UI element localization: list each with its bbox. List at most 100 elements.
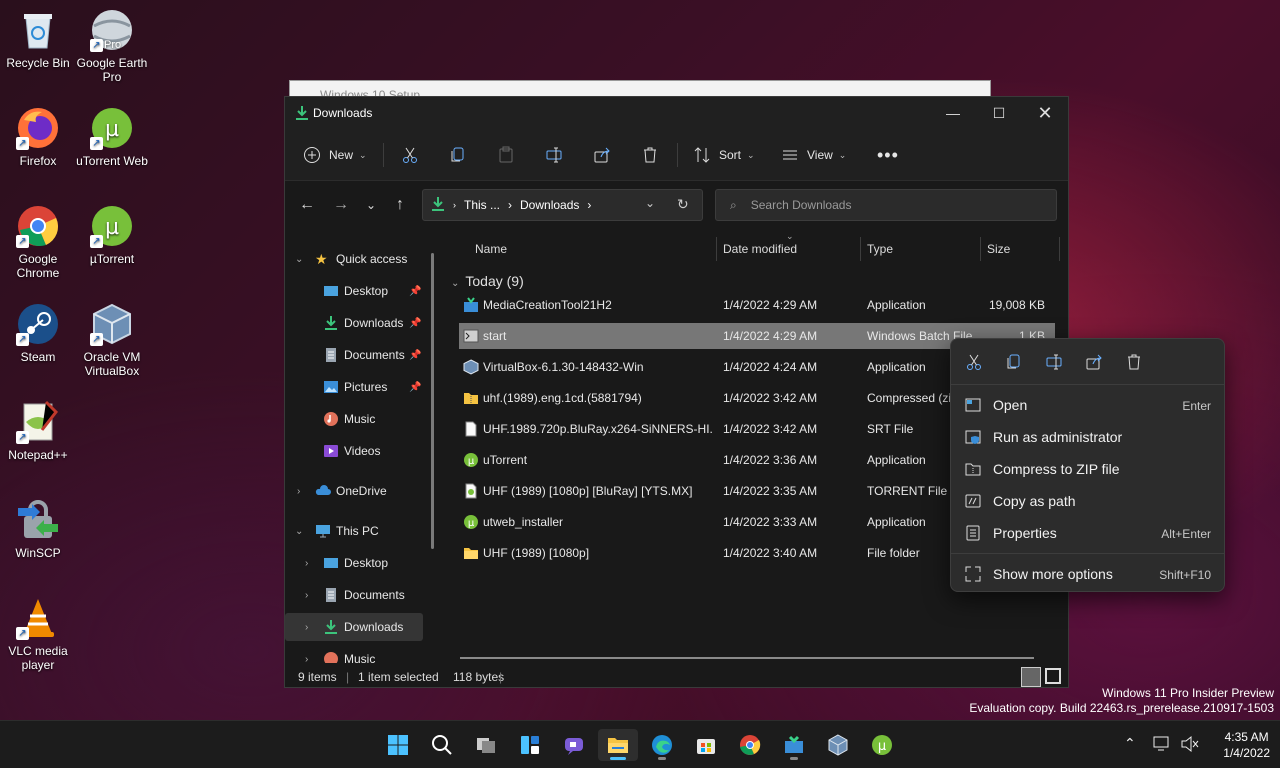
share-icon[interactable] xyxy=(1085,353,1103,371)
delete-button[interactable] xyxy=(641,141,659,169)
nav-label: Music xyxy=(344,412,376,426)
edge-icon xyxy=(652,735,672,755)
system-clock[interactable]: 4:35 AM 1/4/2022 xyxy=(1223,729,1270,761)
breadcrumb-downloads[interactable]: Downloads xyxy=(520,198,579,212)
column-divider[interactable] xyxy=(716,237,717,261)
column-header-date[interactable]: Date modified xyxy=(723,229,797,269)
taskbar-edge[interactable] xyxy=(642,729,682,761)
desktop-icon-chrome[interactable]: ↗ Google Chrome xyxy=(0,204,76,280)
back-button[interactable]: ← xyxy=(297,195,317,215)
nav-scrollbar[interactable] xyxy=(431,253,434,549)
nav-pc-music[interactable]: › Music xyxy=(285,645,423,663)
search-icon xyxy=(432,735,452,755)
column-header-size[interactable]: Size xyxy=(987,229,1010,269)
breadcrumb-chevron-icon: › xyxy=(453,200,456,210)
taskbar-chrome[interactable] xyxy=(730,729,770,761)
close-button[interactable]: ✕ xyxy=(1022,97,1068,129)
show-hidden-icons-button[interactable]: ⌃ xyxy=(1124,735,1136,768)
more-options-button[interactable]: ••• xyxy=(877,141,899,169)
column-divider[interactable] xyxy=(860,237,861,261)
network-icon[interactable] xyxy=(1152,735,1172,768)
desktop-icon-google-earth[interactable]: ↗ Pro Google Earth Pro xyxy=(74,8,150,84)
start-button[interactable] xyxy=(378,729,418,761)
refresh-icon[interactable]: ↻ xyxy=(677,196,689,213)
utorrent-icon: µ ↗ xyxy=(90,204,134,248)
nav-quick-access[interactable]: ⌄ ★ Quick access xyxy=(285,245,423,273)
nav-downloads[interactable]: Downloads 📌 xyxy=(285,309,423,337)
taskbar-file-explorer[interactable] xyxy=(598,729,638,761)
nav-pc-desktop[interactable]: › Desktop xyxy=(285,549,423,577)
desktop-icon-utorrent[interactable]: µ ↗ µTorrent xyxy=(74,204,150,266)
nav-this-pc[interactable]: ⌄ This PC xyxy=(285,517,423,545)
copy-icon[interactable] xyxy=(1005,353,1023,371)
nav-music[interactable]: Music xyxy=(285,405,423,433)
taskbar-virtualbox[interactable] xyxy=(818,729,858,761)
desktop-icon-recycle-bin[interactable]: Recycle Bin xyxy=(0,8,76,70)
breadcrumb-this-pc[interactable]: This ... xyxy=(464,198,500,212)
taskbar-search-button[interactable] xyxy=(422,729,462,761)
desktop-icon-steam[interactable]: ↗ Steam xyxy=(0,302,76,364)
new-button[interactable]: New ⌄ xyxy=(303,141,367,169)
sort-button[interactable]: Sort ⌄ xyxy=(693,141,755,169)
group-label: Today (9) xyxy=(465,273,524,289)
column-divider[interactable] xyxy=(1059,237,1060,261)
desktop-icon-vlc[interactable]: ↗ VLC media player xyxy=(0,596,76,672)
up-button[interactable]: ↑ xyxy=(390,195,410,215)
taskbar-setup[interactable] xyxy=(774,729,814,761)
task-view-button[interactable] xyxy=(466,729,506,761)
nav-videos[interactable]: Videos xyxy=(285,437,423,465)
scissors-icon[interactable] xyxy=(965,353,983,371)
shortcut-arrow-icon: ↗ xyxy=(16,137,29,150)
desktop-icon-virtualbox[interactable]: ↗ Oracle VM VirtualBox xyxy=(74,302,150,378)
address-dropdown-icon[interactable]: ⌄ xyxy=(645,196,655,210)
taskbar-store[interactable] xyxy=(686,729,726,761)
copy-button[interactable] xyxy=(449,141,467,169)
desktop-icon-firefox[interactable]: ↗ Firefox xyxy=(0,106,76,168)
horizontal-scrollbar[interactable] xyxy=(460,657,1034,659)
rename-icon[interactable] xyxy=(1045,353,1063,371)
nav-pictures[interactable]: Pictures 📌 xyxy=(285,373,423,401)
chat-button[interactable] xyxy=(554,729,594,761)
title-bar[interactable]: Downloads — ☐ ✕ xyxy=(285,97,1068,129)
store-icon xyxy=(697,739,715,754)
menu-item-compress-zip[interactable]: Compress to ZIP file xyxy=(955,453,1221,485)
column-header-type[interactable]: Type xyxy=(867,229,893,269)
desktop-icon-utorrent-web[interactable]: µ ↗ uTorrent Web xyxy=(74,106,150,168)
taskbar-utorrent[interactable]: µ xyxy=(862,729,902,761)
desktop-icon-winscp[interactable]: WinSCP xyxy=(0,498,76,560)
recent-locations-button[interactable]: ⌄ xyxy=(361,195,381,215)
nav-onedrive[interactable]: › OneDrive xyxy=(285,477,423,505)
widgets-button[interactable] xyxy=(510,729,550,761)
column-header-name[interactable]: Name xyxy=(475,229,507,269)
column-divider[interactable] xyxy=(980,237,981,261)
view-button[interactable]: View ⌄ xyxy=(781,141,846,169)
file-row[interactable]: MediaCreationTool21H2 1/4/2022 4:29 AM App… xyxy=(459,292,1055,318)
active-indicator xyxy=(610,757,626,760)
menu-item-show-more-options[interactable]: Show more options Shift+F10 xyxy=(955,558,1221,590)
volume-muted-icon[interactable] xyxy=(1180,735,1200,768)
large-icons-view-button[interactable] xyxy=(1045,668,1061,684)
utorrent-icon: µ xyxy=(872,735,892,755)
nav-desktop[interactable]: Desktop 📌 xyxy=(285,277,423,305)
menu-item-run-as-admin[interactable]: Run as administrator xyxy=(955,421,1221,453)
details-view-button[interactable] xyxy=(1021,667,1041,687)
cut-button[interactable] xyxy=(401,141,419,169)
nav-pc-downloads[interactable]: › Downloads xyxy=(285,613,423,641)
nav-pc-documents[interactable]: › Documents xyxy=(285,581,423,609)
maximize-button[interactable]: ☐ xyxy=(976,97,1022,129)
trash-icon[interactable] xyxy=(1125,353,1143,371)
rename-button[interactable] xyxy=(545,141,563,169)
address-bar[interactable]: › This ... › Downloads › ⌄ ↻ xyxy=(422,189,703,221)
desktop-icon-notepadpp[interactable]: ↗ Notepad++ xyxy=(0,400,76,462)
menu-item-properties[interactable]: Properties Alt+Enter xyxy=(955,517,1221,549)
forward-button[interactable]: → xyxy=(331,195,351,215)
menu-item-open[interactable]: Open Enter xyxy=(955,389,1221,421)
menu-item-copy-as-path[interactable]: Copy as path xyxy=(955,485,1221,517)
group-header-today[interactable]: ⌄ Today (9) xyxy=(451,273,524,289)
share-button[interactable] xyxy=(593,141,611,169)
nav-documents[interactable]: Documents 📌 xyxy=(285,341,423,369)
paste-button[interactable] xyxy=(497,141,515,169)
file-date: 1/4/2022 3:33 AM xyxy=(723,515,818,529)
search-box[interactable]: ⌕ Search Downloads xyxy=(715,189,1057,221)
minimize-button[interactable]: — xyxy=(930,97,976,129)
